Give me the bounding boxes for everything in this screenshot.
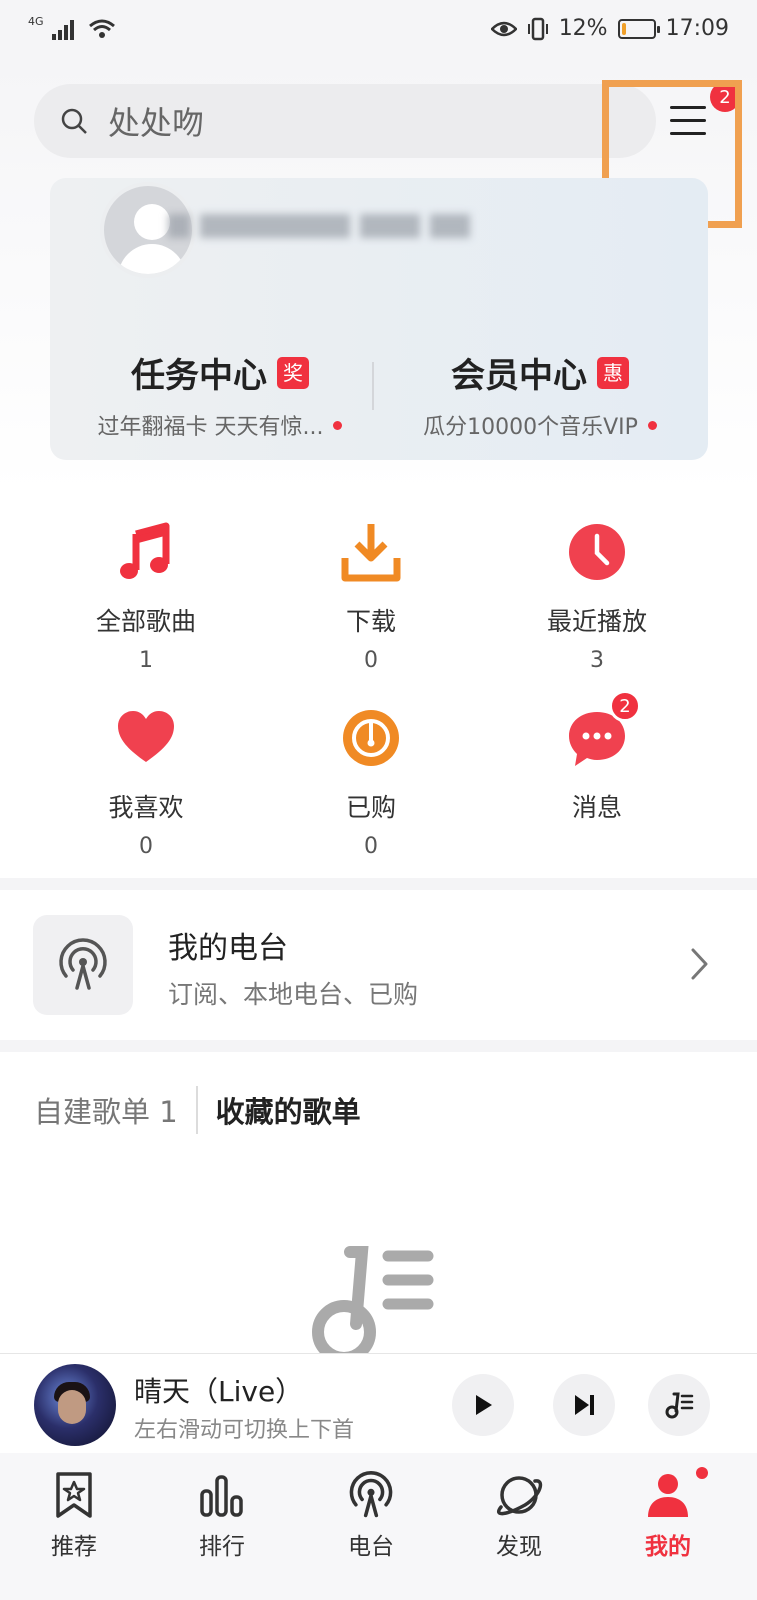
person-icon bbox=[648, 1474, 688, 1517]
member-center-title: 会员中心 bbox=[451, 356, 587, 396]
member-center-subtitle: 瓜分10000个音乐VIP bbox=[423, 415, 638, 440]
profile-card: 任务中心 奖 过年翻福卡 天天有惊... 会员中心 惠 瓜分10000个音乐VI… bbox=[50, 178, 708, 460]
next-button[interactable] bbox=[553, 1374, 615, 1436]
radio-tower-icon bbox=[59, 938, 107, 990]
battery-percent: 12% bbox=[558, 16, 608, 41]
heart-icon bbox=[118, 711, 174, 762]
clock-time: 17:09 bbox=[665, 16, 729, 41]
nav-recommend[interactable]: 推荐 bbox=[14, 1471, 134, 1561]
song-title: 晴天（Live） bbox=[134, 1375, 304, 1408]
nav-radio[interactable]: 电台 bbox=[311, 1471, 431, 1561]
radio-title: 我的电台 bbox=[168, 931, 288, 966]
grid-count: 0 bbox=[364, 648, 378, 673]
nav-label: 我的 bbox=[645, 1534, 691, 1560]
grid-label: 已购 bbox=[345, 793, 396, 822]
eye-comfort-icon bbox=[490, 21, 517, 36]
network-type: 4G bbox=[28, 14, 44, 28]
section-separator bbox=[0, 1040, 757, 1052]
radio-icon-box bbox=[33, 915, 133, 1015]
wifi-icon bbox=[88, 19, 115, 38]
grid-messages[interactable]: 2 消息 bbox=[497, 690, 697, 824]
mini-player[interactable]: 晴天（Live） 左右滑动可切换上下首 bbox=[0, 1353, 757, 1453]
grid-label: 下载 bbox=[345, 607, 396, 636]
empty-playlist-icon bbox=[312, 1246, 434, 1356]
nav-label: 发现 bbox=[496, 1534, 542, 1560]
grid-favorites[interactable]: 我喜欢 0 bbox=[46, 708, 246, 859]
playlist-queue-button[interactable] bbox=[648, 1374, 710, 1436]
member-center[interactable]: 会员中心 惠 瓜分10000个音乐VIP bbox=[390, 348, 690, 441]
nav-label: 排行 bbox=[199, 1534, 245, 1560]
grid-label: 我喜欢 bbox=[108, 793, 184, 822]
skip-next-icon bbox=[575, 1395, 594, 1415]
menu-badge: 2 bbox=[710, 82, 740, 112]
purchased-disc-icon bbox=[343, 710, 399, 766]
play-icon bbox=[476, 1395, 492, 1415]
vibrate-icon bbox=[527, 17, 548, 40]
radio-tower-icon bbox=[349, 1471, 393, 1518]
nav-discover[interactable]: 发现 bbox=[459, 1471, 579, 1561]
playlist-queue-icon bbox=[665, 1392, 694, 1419]
signal-icon bbox=[51, 20, 74, 40]
chart-bars-icon bbox=[200, 1475, 243, 1517]
search-placeholder: 处处吻 bbox=[108, 104, 205, 142]
chevron-right-icon bbox=[691, 948, 708, 980]
task-center-tag: 奖 bbox=[277, 356, 309, 389]
grid-all-songs[interactable]: 全部歌曲 1 bbox=[46, 522, 246, 673]
clock-icon bbox=[569, 524, 625, 580]
grid-download[interactable]: 下载 0 bbox=[271, 522, 471, 673]
search-bar[interactable]: 处处吻 bbox=[34, 84, 656, 158]
play-button[interactable] bbox=[452, 1374, 514, 1436]
task-center-title: 任务中心 bbox=[131, 356, 267, 396]
bottom-nav: 推荐 排行 电台 发现 我的 bbox=[0, 1453, 757, 1600]
notification-dot bbox=[696, 1467, 708, 1479]
radio-subtitle: 订阅、本地电台、已购 bbox=[168, 980, 419, 1009]
tab-divider bbox=[195, 1086, 198, 1134]
grid-label: 全部歌曲 bbox=[95, 607, 196, 636]
notification-dot bbox=[647, 420, 657, 430]
song-hint: 左右滑动可切换上下首 bbox=[134, 1418, 355, 1443]
grid-label: 消息 bbox=[571, 793, 622, 822]
message-badge: 2 bbox=[609, 690, 641, 722]
nav-ranking[interactable]: 排行 bbox=[162, 1471, 282, 1561]
playlist-tabs: 自建歌单 1 收藏的歌单 bbox=[34, 1086, 361, 1134]
planet-icon bbox=[497, 1476, 543, 1516]
notification-dot bbox=[333, 420, 343, 430]
task-center[interactable]: 任务中心 奖 过年翻福卡 天天有惊... bbox=[70, 348, 370, 441]
grid-count: 1 bbox=[139, 648, 153, 673]
tab-collected-playlists[interactable]: 收藏的歌单 bbox=[216, 1089, 361, 1131]
username-blurred[interactable] bbox=[168, 206, 470, 246]
download-icon bbox=[341, 524, 401, 582]
nav-label: 电台 bbox=[348, 1534, 394, 1560]
album-art[interactable] bbox=[34, 1364, 116, 1446]
nav-label: 推荐 bbox=[51, 1534, 97, 1560]
menu-button[interactable] bbox=[664, 98, 714, 144]
nav-mine[interactable]: 我的 bbox=[608, 1467, 728, 1561]
task-center-subtitle: 过年翻福卡 天天有惊... bbox=[97, 415, 324, 440]
member-center-tag: 惠 bbox=[597, 356, 629, 389]
status-bar: 4G 12% 17:09 bbox=[0, 0, 757, 64]
my-radio-row[interactable]: 我的电台 订阅、本地电台、已购 bbox=[0, 893, 757, 1043]
grid-label: 最近播放 bbox=[546, 607, 647, 636]
search-icon bbox=[61, 108, 87, 134]
grid-count: 0 bbox=[139, 834, 153, 859]
star-bookmark-icon bbox=[56, 1472, 92, 1518]
grid-recent-play[interactable]: 最近播放 3 bbox=[497, 522, 697, 673]
grid-count: 0 bbox=[364, 834, 378, 859]
card-divider bbox=[372, 362, 374, 410]
music-note-icon bbox=[120, 522, 170, 579]
battery-icon bbox=[617, 18, 660, 39]
section-separator bbox=[0, 878, 757, 890]
grid-purchased[interactable]: 已购 0 bbox=[271, 708, 471, 859]
grid-count: 3 bbox=[590, 648, 604, 673]
tab-created-playlists[interactable]: 自建歌单 1 bbox=[34, 1089, 178, 1131]
